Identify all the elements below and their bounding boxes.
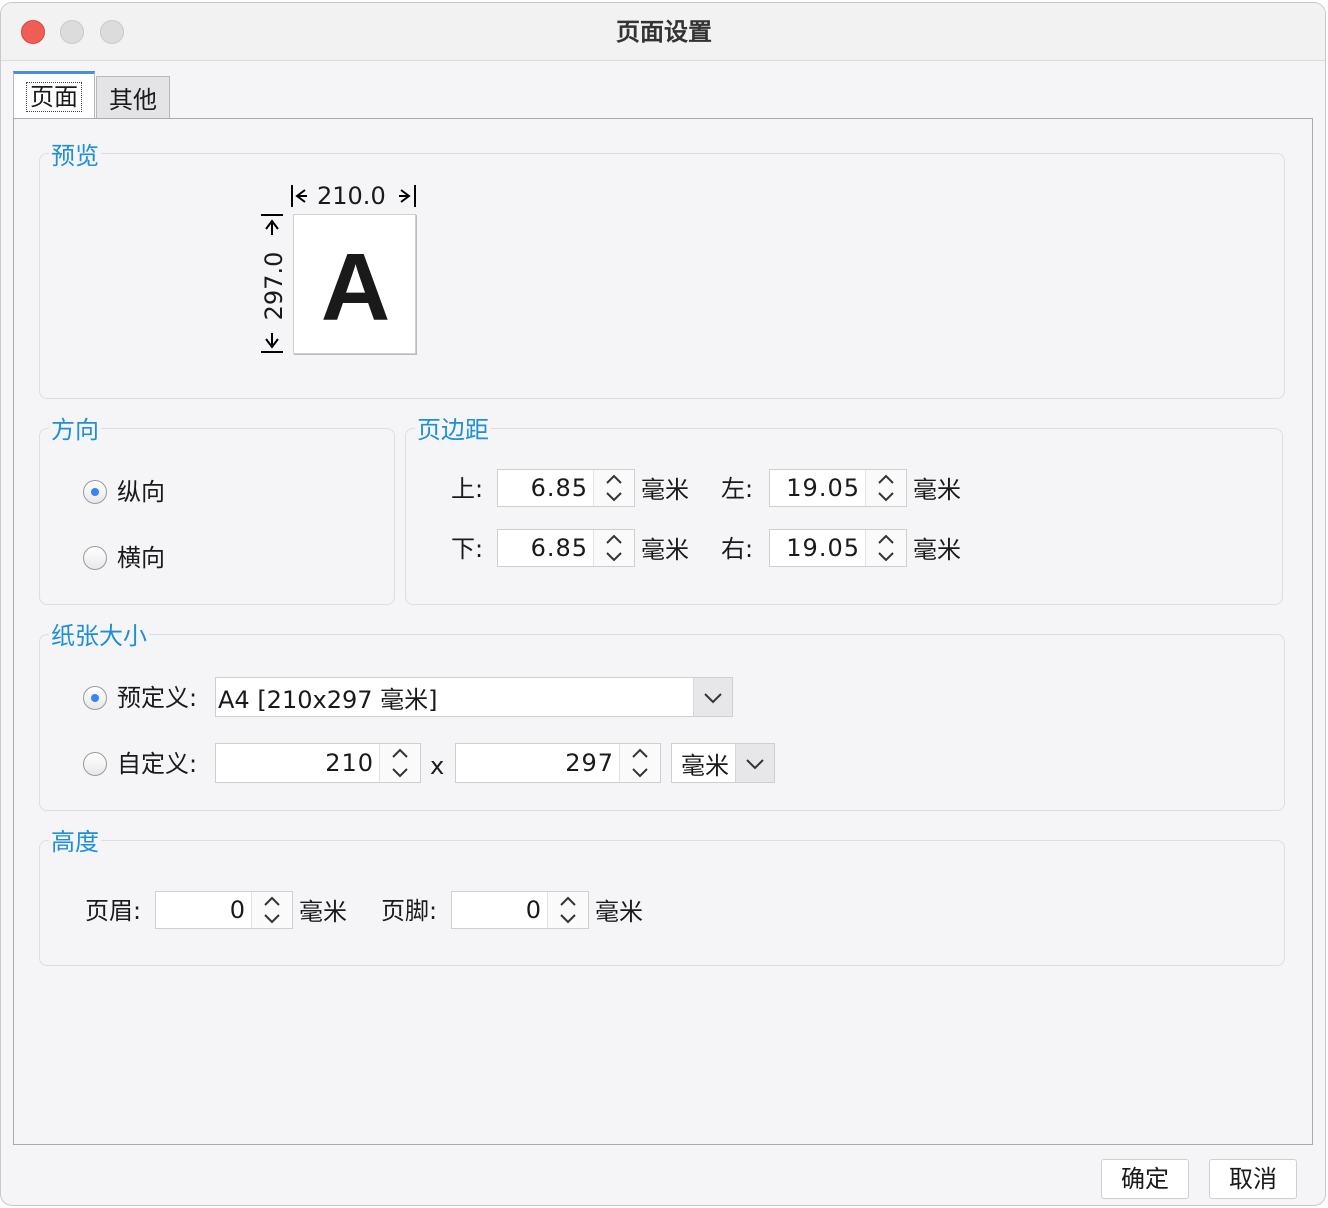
spinner-up-icon[interactable] <box>388 746 412 760</box>
custom-width-spinner[interactable]: 210 <box>215 743 421 783</box>
custom-times-label: x <box>430 752 445 780</box>
spinner-up-icon[interactable] <box>602 532 626 546</box>
predefined-radio[interactable] <box>83 686 107 710</box>
orientation-group <box>39 428 395 605</box>
spinner-down-icon[interactable] <box>388 766 412 780</box>
tab-other[interactable]: 其他 <box>96 76 170 119</box>
margins-group <box>405 428 1283 605</box>
footer-unit: 毫米 <box>595 898 643 926</box>
tab-page[interactable]: 页面 <box>13 71 95 119</box>
window-title: 页面设置 <box>616 18 712 46</box>
landscape-label: 横向 <box>117 544 165 572</box>
margin-right-spinner[interactable]: 19.05 <box>769 529 907 567</box>
spinner-up-icon[interactable] <box>874 472 898 486</box>
custom-radio[interactable] <box>83 752 107 776</box>
dropdown-chevron-icon <box>704 693 722 704</box>
tab-page-label: 页面 <box>26 82 82 112</box>
margin-left-value[interactable]: 19.05 <box>786 470 860 506</box>
predefined-label: 预定义: <box>117 684 198 712</box>
predefined-size-dropdown[interactable] <box>693 678 732 716</box>
spinner-down-icon[interactable] <box>260 912 284 926</box>
custom-height-spinner[interactable]: 297 <box>455 743 661 783</box>
margin-top-spinner[interactable]: 6.85 <box>497 469 635 507</box>
margin-bottom-unit: 毫米 <box>641 536 689 564</box>
header-label: 页眉: <box>85 897 142 925</box>
portrait-radio[interactable] <box>83 480 107 504</box>
dropdown-chevron-icon <box>746 759 764 770</box>
custom-height-value[interactable]: 297 <box>565 744 614 782</box>
spinner-up-icon[interactable] <box>556 894 580 908</box>
preview-height-label: 297.0 <box>260 251 288 321</box>
header-unit: 毫米 <box>299 898 347 926</box>
margin-bottom-label: 下: <box>451 535 484 563</box>
cancel-button[interactable]: 取消 <box>1209 1159 1297 1199</box>
custom-width-value[interactable]: 210 <box>325 744 374 782</box>
spinner-down-icon[interactable] <box>556 912 580 926</box>
spinner-up-icon[interactable] <box>874 532 898 546</box>
spinner-down-icon[interactable] <box>628 766 652 780</box>
margin-left-label: 左: <box>721 475 754 503</box>
preview-group <box>39 153 1285 399</box>
paper-size-group <box>39 634 1285 811</box>
margin-top-unit: 毫米 <box>641 476 689 504</box>
preview-group-label: 预览 <box>49 141 101 171</box>
header-value[interactable]: 0 <box>230 892 246 928</box>
footer-value[interactable]: 0 <box>526 892 542 928</box>
header-spinner[interactable]: 0 <box>155 891 293 929</box>
margin-top-label: 上: <box>451 475 484 503</box>
spinner-down-icon[interactable] <box>602 490 626 504</box>
custom-unit-select[interactable]: 毫米 <box>671 743 775 783</box>
page-setup-dialog: 页面设置 页面 其他 预览 210.0 297.0 A 方向 纵向 横向 页边距… <box>0 2 1326 1206</box>
spinner-down-icon[interactable] <box>874 490 898 504</box>
ok-button[interactable]: 确定 <box>1101 1159 1189 1199</box>
margins-group-label: 页边距 <box>415 415 491 445</box>
predefined-size-select[interactable]: A4 [210x297 毫米] <box>215 677 733 717</box>
margin-bottom-spinner[interactable]: 6.85 <box>497 529 635 567</box>
footer-spinner[interactable]: 0 <box>451 891 589 929</box>
footer-label: 页脚: <box>381 897 438 925</box>
custom-label: 自定义: <box>117 750 198 778</box>
predefined-size-value: A4 [210x297 毫米] <box>218 685 438 714</box>
spinner-down-icon[interactable] <box>874 550 898 564</box>
custom-unit-value: 毫米 <box>681 751 729 780</box>
margin-right-unit: 毫米 <box>913 536 961 564</box>
preview-letter: A <box>320 234 391 341</box>
margin-top-value[interactable]: 6.85 <box>531 470 588 506</box>
orientation-group-label: 方向 <box>49 415 101 445</box>
landscape-radio[interactable] <box>83 546 107 570</box>
page-preview: A <box>293 214 416 354</box>
margin-left-spinner[interactable]: 19.05 <box>769 469 907 507</box>
margin-right-label: 右: <box>721 535 754 563</box>
portrait-label: 纵向 <box>117 478 165 506</box>
margin-right-value[interactable]: 19.05 <box>786 530 860 566</box>
custom-unit-dropdown[interactable] <box>735 744 774 782</box>
height-group-label: 高度 <box>49 827 101 857</box>
margin-left-unit: 毫米 <box>913 476 961 504</box>
spinner-up-icon[interactable] <box>628 746 652 760</box>
preview-width-label: 210.0 <box>317 182 386 210</box>
margin-bottom-value[interactable]: 6.85 <box>531 530 588 566</box>
spinner-up-icon[interactable] <box>260 894 284 908</box>
spinner-up-icon[interactable] <box>602 472 626 486</box>
paper-size-group-label: 纸张大小 <box>49 621 149 651</box>
spinner-down-icon[interactable] <box>602 550 626 564</box>
